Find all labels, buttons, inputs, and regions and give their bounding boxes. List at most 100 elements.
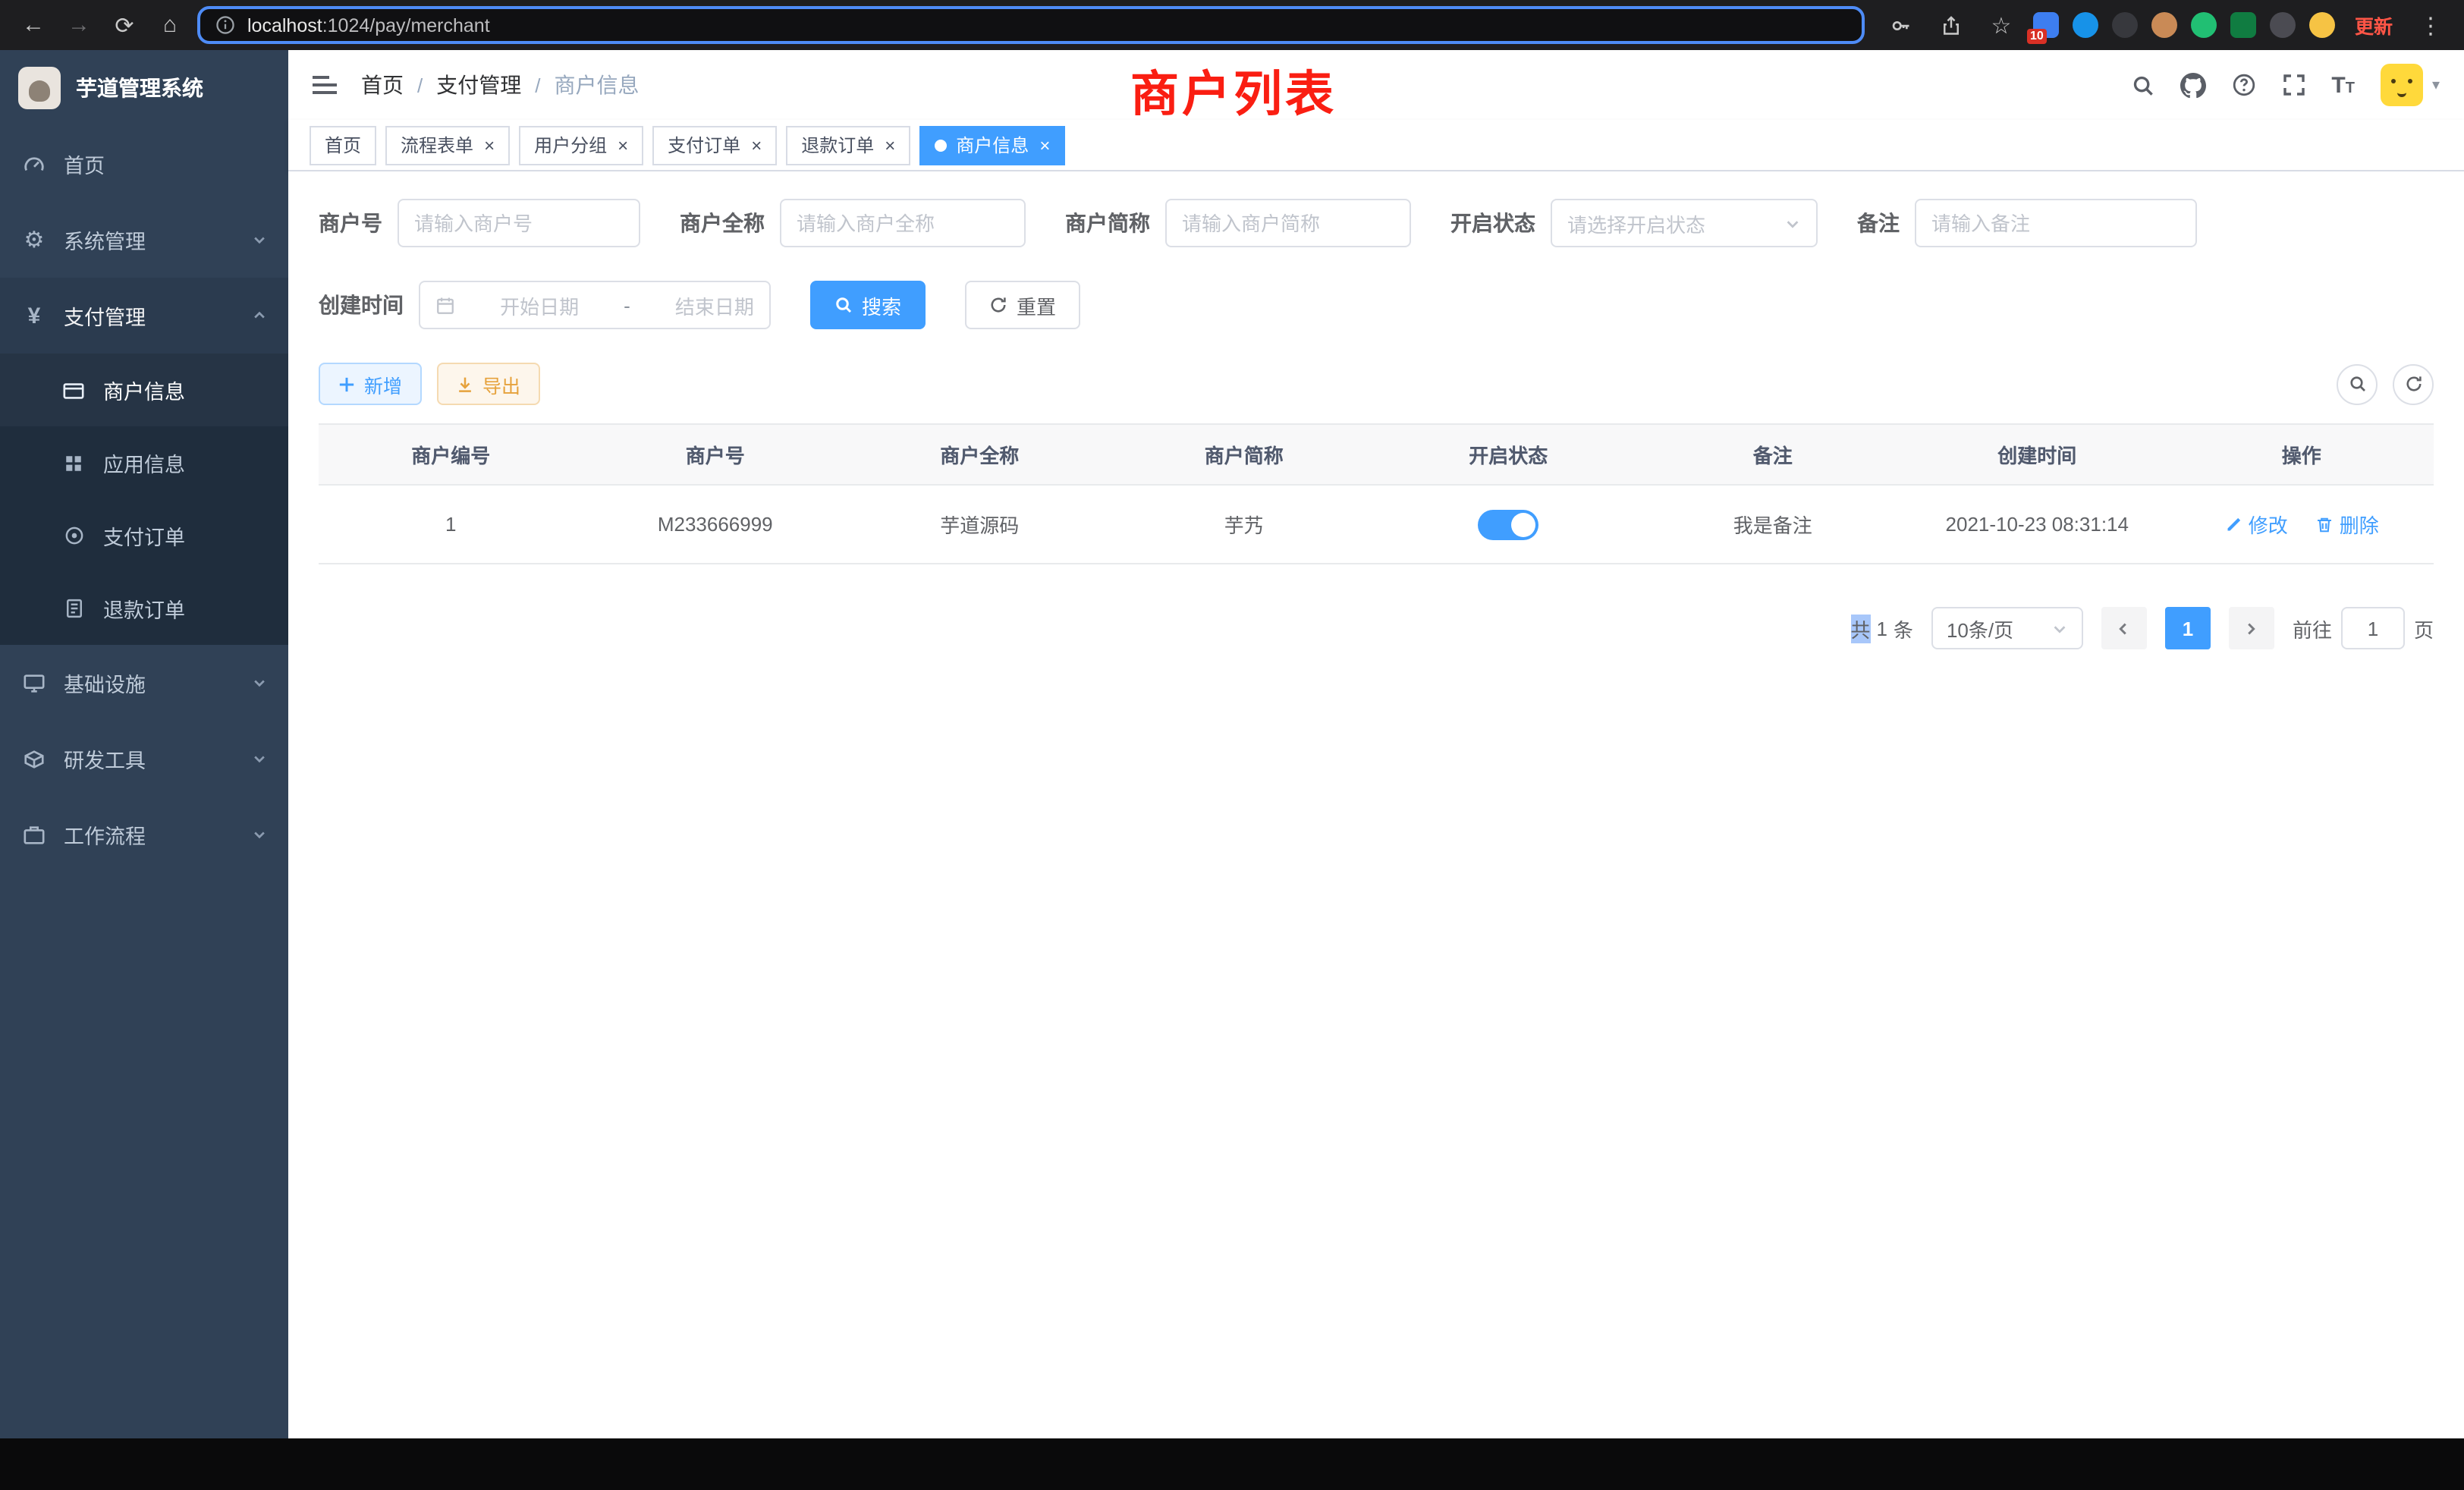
app-title: 芋道管理系统 bbox=[76, 73, 203, 103]
extension-icon-dark[interactable] bbox=[2112, 12, 2138, 38]
sidebar-item-system[interactable]: ⚙ 系统管理 bbox=[0, 202, 288, 278]
browser-menu-icon[interactable]: ⋮ bbox=[2412, 7, 2449, 43]
next-page-button[interactable] bbox=[2229, 607, 2274, 649]
chevron-down-icon bbox=[252, 232, 267, 247]
active-dot bbox=[935, 139, 947, 151]
filter-label: 商户全称 bbox=[680, 208, 765, 238]
bookmark-star-icon[interactable]: ☆ bbox=[1983, 7, 2019, 43]
app-logo[interactable]: 芋道管理系统 bbox=[0, 50, 288, 126]
sidebar-toggle-icon[interactable] bbox=[313, 76, 337, 94]
filter-merchant-short: 商户简称 bbox=[1065, 199, 1411, 247]
add-button[interactable]: 新增 bbox=[319, 363, 422, 405]
extension-icon-emoji[interactable] bbox=[2309, 12, 2335, 38]
sidebar-item-workflow[interactable]: 工作流程 bbox=[0, 797, 288, 872]
github-icon[interactable] bbox=[2180, 72, 2205, 98]
cell-short-name: 芋艿 bbox=[1112, 485, 1377, 564]
browser-update-button[interactable]: 更新 bbox=[2349, 11, 2399, 39]
close-icon[interactable]: × bbox=[751, 136, 762, 154]
reset-button[interactable]: 重置 bbox=[965, 281, 1080, 329]
remark-input-field[interactable] bbox=[1931, 212, 2180, 234]
extension-icon-tabs[interactable]: 10 bbox=[2033, 12, 2059, 38]
status-select[interactable]: 请选择开启状态 bbox=[1551, 199, 1818, 247]
export-button[interactable]: 导出 bbox=[437, 363, 540, 405]
user-menu[interactable]: ▾ bbox=[2381, 64, 2440, 106]
browser-home-icon[interactable]: ⌂ bbox=[152, 7, 188, 43]
page-size-select[interactable]: 10条/页 bbox=[1931, 607, 2083, 649]
table-header-row: 商户编号 商户号 商户全称 商户简称 开启状态 备注 创建时间 操作 bbox=[319, 424, 2434, 485]
filter-label: 开启状态 bbox=[1450, 208, 1535, 238]
refresh-table-button[interactable] bbox=[2393, 363, 2434, 404]
url-path: :1024/pay/merchant bbox=[322, 14, 490, 36]
chevron-down-icon bbox=[252, 675, 267, 690]
monitor-icon bbox=[21, 671, 47, 694]
sidebar-item-label: 基础设施 bbox=[64, 668, 146, 698]
page-number-1[interactable]: 1 bbox=[2165, 607, 2211, 649]
page-info-icon[interactable] bbox=[215, 15, 235, 35]
top-navbar: 首页 / 支付管理 / 商户信息 bbox=[288, 50, 2464, 120]
delete-link-label: 删除 bbox=[2340, 510, 2379, 539]
chevron-up-icon bbox=[252, 308, 267, 323]
sidebar-item-label: 工作流程 bbox=[64, 819, 146, 850]
date-range-picker[interactable]: 开始日期 - 结束日期 bbox=[419, 281, 771, 329]
merchant-short-input-field[interactable] bbox=[1182, 212, 1394, 234]
sidebar-item-pay-order[interactable]: 支付订单 bbox=[0, 499, 288, 572]
edit-link[interactable]: 修改 bbox=[2224, 510, 2288, 539]
sidebar-item-payment[interactable]: ¥ 支付管理 bbox=[0, 278, 288, 354]
sidebar-item-merchant-info[interactable]: 商户信息 bbox=[0, 354, 288, 426]
help-icon[interactable] bbox=[2231, 73, 2255, 97]
main-area: 商户列表 首页 / 支付管理 / 商户信息 bbox=[288, 50, 2464, 1438]
sidebar-item-refund-order[interactable]: 退款订单 bbox=[0, 572, 288, 645]
tab-label: 用户分组 bbox=[534, 132, 607, 158]
search-button[interactable]: 搜索 bbox=[810, 281, 926, 329]
browser-back-icon[interactable]: ← bbox=[15, 7, 52, 43]
extension-icon-pin[interactable] bbox=[2270, 12, 2296, 38]
close-icon[interactable]: × bbox=[484, 136, 495, 154]
remark-input[interactable] bbox=[1915, 199, 2197, 247]
extension-icon-sheet[interactable] bbox=[2230, 12, 2256, 38]
extension-icon-avatar[interactable] bbox=[2151, 12, 2177, 38]
goto-page-input[interactable] bbox=[2341, 607, 2405, 649]
fullscreen-icon[interactable] bbox=[2281, 73, 2305, 97]
browser-reload-icon[interactable]: ⟳ bbox=[106, 7, 143, 43]
font-size-icon[interactable]: TT bbox=[2331, 74, 2355, 96]
merchant-no-input[interactable] bbox=[398, 199, 640, 247]
extension-icon-check[interactable] bbox=[2191, 12, 2217, 38]
browser-forward-icon[interactable]: → bbox=[61, 7, 97, 43]
sidebar-item-app-info[interactable]: 应用信息 bbox=[0, 426, 288, 499]
breadcrumb-payment[interactable]: 支付管理 bbox=[436, 70, 521, 100]
toggle-search-button[interactable] bbox=[2337, 363, 2378, 404]
tab-refund-order[interactable]: 退款订单 × bbox=[786, 125, 910, 165]
sidebar-item-devtools[interactable]: 研发工具 bbox=[0, 721, 288, 797]
merchant-name-input[interactable] bbox=[780, 199, 1026, 247]
delete-link[interactable]: 删除 bbox=[2315, 510, 2379, 539]
toolbar-right bbox=[2337, 363, 2434, 404]
tab-home[interactable]: 首页 bbox=[310, 125, 376, 165]
share-icon[interactable] bbox=[1933, 7, 1969, 43]
prev-page-button[interactable] bbox=[2101, 607, 2147, 649]
merchant-name-input-field[interactable] bbox=[797, 212, 1009, 234]
search-icon[interactable] bbox=[2131, 74, 2154, 96]
password-key-icon[interactable] bbox=[1883, 7, 1919, 43]
tab-user-group[interactable]: 用户分组 × bbox=[519, 125, 643, 165]
chevron-down-icon bbox=[252, 827, 267, 842]
page-content: 商户号 商户全称 商户简称 bbox=[288, 171, 2464, 1438]
merchant-short-input[interactable] bbox=[1165, 199, 1411, 247]
edit-link-label: 修改 bbox=[2249, 510, 2288, 539]
breadcrumb-home[interactable]: 首页 bbox=[361, 70, 404, 100]
tab-process-form[interactable]: 流程表单 × bbox=[385, 125, 510, 165]
dashboard-icon bbox=[21, 152, 47, 175]
close-icon[interactable]: × bbox=[618, 136, 628, 154]
sidebar-item-home[interactable]: 首页 bbox=[0, 126, 288, 202]
sidebar-item-label: 商户信息 bbox=[103, 375, 185, 405]
sidebar-item-infrastructure[interactable]: 基础设施 bbox=[0, 645, 288, 721]
close-icon[interactable]: × bbox=[885, 136, 895, 154]
filter-status: 开启状态 请选择开启状态 bbox=[1450, 199, 1818, 247]
status-toggle[interactable] bbox=[1478, 509, 1538, 539]
address-bar[interactable]: localhost:1024/pay/merchant bbox=[197, 6, 1865, 44]
extension-icon-drop[interactable] bbox=[2073, 12, 2098, 38]
tab-pay-order[interactable]: 支付订单 × bbox=[652, 125, 777, 165]
merchant-no-input-field[interactable] bbox=[414, 212, 624, 234]
cell-actions: 修改 删除 bbox=[2170, 485, 2434, 564]
close-icon[interactable]: × bbox=[1039, 136, 1050, 154]
tab-merchant-info[interactable]: 商户信息 × bbox=[919, 125, 1065, 165]
